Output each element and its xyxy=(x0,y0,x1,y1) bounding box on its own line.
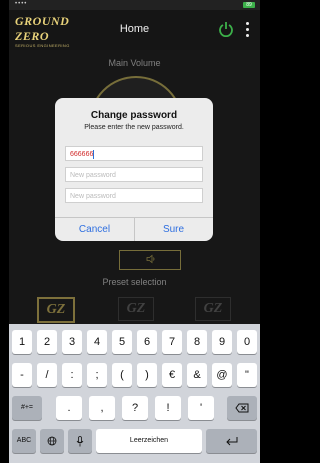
dialog-button-row: Cancel Sure xyxy=(55,217,213,241)
key-7[interactable]: 7 xyxy=(162,330,182,354)
key-5[interactable]: 5 xyxy=(112,330,132,354)
password-input-2[interactable]: New password xyxy=(65,167,203,182)
backspace-key[interactable] xyxy=(227,396,257,420)
key-apostrophe[interactable]: ' xyxy=(188,396,214,420)
key-quote[interactable]: " xyxy=(237,363,257,387)
password-input-3[interactable]: New password xyxy=(65,188,203,203)
logo-subtitle: SERIOUS ENGINEERING xyxy=(15,43,70,48)
power-icon[interactable] xyxy=(218,21,234,37)
key-8[interactable]: 8 xyxy=(187,330,207,354)
password-input-1[interactable]: 666666 xyxy=(65,146,203,161)
mic-key[interactable] xyxy=(68,429,92,453)
globe-icon xyxy=(47,436,57,446)
key-question[interactable]: ? xyxy=(122,396,148,420)
battery-indicator: 89 xyxy=(243,2,255,8)
space-key[interactable]: Leerzeichen xyxy=(96,429,202,453)
text-caret xyxy=(93,149,95,159)
signal-dots: •••• xyxy=(15,1,28,7)
key-9[interactable]: 9 xyxy=(212,330,232,354)
return-icon xyxy=(225,437,237,446)
return-key[interactable] xyxy=(206,429,257,453)
key-exclaim[interactable]: ! xyxy=(155,396,181,420)
key-paren-close[interactable]: ) xyxy=(137,363,157,387)
key-6[interactable]: 6 xyxy=(137,330,157,354)
key-4[interactable]: 4 xyxy=(87,330,107,354)
change-password-dialog: Change password Please enter the new pas… xyxy=(55,98,213,241)
menu-icon[interactable] xyxy=(246,22,250,38)
key-comma[interactable]: , xyxy=(89,396,115,420)
key-ampersand[interactable]: & xyxy=(187,363,207,387)
key-2[interactable]: 2 xyxy=(37,330,57,354)
sure-button[interactable]: Sure xyxy=(134,218,213,241)
key-at[interactable]: @ xyxy=(212,363,232,387)
dialog-title: Change password xyxy=(90,110,178,121)
key-1[interactable]: 1 xyxy=(12,330,32,354)
key-0[interactable]: 0 xyxy=(237,330,257,354)
password-input-1-value: 666666 xyxy=(70,151,94,158)
backspace-icon xyxy=(235,403,249,413)
key-minus[interactable]: - xyxy=(12,363,32,387)
dialog-message: Please enter the new password. xyxy=(84,124,184,131)
app-screen: •••• 89 GROUND ZERO SERIOUS ENGINEERING … xyxy=(9,0,260,463)
key-paren-open[interactable]: ( xyxy=(112,363,132,387)
key-slash[interactable]: / xyxy=(37,363,57,387)
keyboard: 1 2 3 4 5 6 7 8 9 0 - / : ; ( ) € & @ " … xyxy=(9,324,260,463)
abc-key[interactable]: ABC xyxy=(12,429,36,453)
key-semicolon[interactable]: ; xyxy=(87,363,107,387)
key-euro[interactable]: € xyxy=(162,363,182,387)
symbols-key[interactable]: #+= xyxy=(12,396,42,420)
globe-key[interactable] xyxy=(40,429,64,453)
key-colon[interactable]: : xyxy=(62,363,82,387)
key-period[interactable]: . xyxy=(56,396,82,420)
cancel-button[interactable]: Cancel xyxy=(55,218,135,241)
status-bar: •••• 89 xyxy=(9,0,260,10)
key-3[interactable]: 3 xyxy=(62,330,82,354)
mic-icon xyxy=(76,435,84,447)
